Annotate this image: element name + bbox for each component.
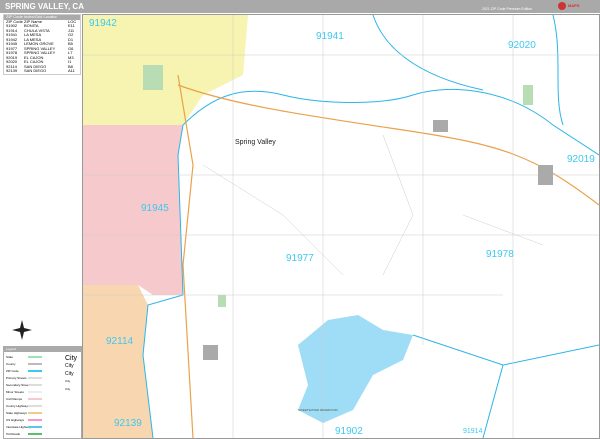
legend-item-label: State — [6, 355, 14, 359]
lake-label: SWEETWATER RESERVOIR — [298, 408, 338, 412]
zip-label-92020: 92020 — [508, 40, 536, 51]
legend-city-sample: City — [65, 363, 74, 369]
zip-label-91945: 91945 — [141, 203, 169, 214]
legend-swatch — [28, 391, 42, 393]
legend-city-sample: City — [65, 387, 71, 391]
legend-item-label: County Highways — [6, 404, 30, 408]
map-canvas[interactable]: 91942 91941 92020 92019 91945 91977 9197… — [82, 14, 600, 439]
legend-item-label: Secondary Streets — [6, 383, 31, 387]
map-title: SPRING VALLEY, CA — [5, 2, 84, 11]
publisher-logo: MAPS — [556, 1, 598, 12]
legend-heading: Legend — [4, 347, 81, 352]
legend-swatch — [28, 412, 42, 414]
legend-swatch — [28, 356, 42, 358]
legend-swatch — [28, 363, 42, 365]
zip-index-table: ZIP Code Index/Grid Locator ZIP Code ZIP … — [3, 14, 81, 75]
zip-label-91941: 91941 — [316, 31, 344, 42]
edition-label: 2021 ZIP Code Premium Edition — [482, 7, 533, 11]
compass-rose-icon — [12, 320, 32, 340]
header-bar: SPRING VALLEY, CA 2021 ZIP Code Premium … — [0, 0, 600, 13]
legend-swatch — [28, 398, 42, 400]
legend-swatch — [28, 405, 42, 407]
zip-label-92019: 92019 — [567, 154, 595, 165]
zip-label-91902: 91902 — [335, 426, 363, 437]
zip-label-91978: 91978 — [486, 249, 514, 260]
city-label-spring-valley: Spring Valley — [235, 139, 276, 146]
legend-swatch — [28, 384, 42, 386]
legend-city-sample: City — [65, 379, 71, 383]
legend-item-label: Minor Streets — [6, 390, 24, 394]
zip-label-92114: 92114 — [106, 336, 134, 347]
zip-label-91977: 91977 — [286, 253, 314, 264]
globe-icon — [558, 2, 566, 10]
index-row: 92139 SAN DIEGO A11 — [6, 68, 75, 73]
legend-item-label: Toll Roads — [6, 432, 21, 436]
legend-item-label: US Highways — [6, 418, 25, 422]
zip-label-91914: 91914 — [463, 428, 483, 435]
legend-item-label: Primary Streets — [6, 376, 27, 380]
region-91942 — [83, 15, 248, 125]
legend-item-label: Civil Ramps — [6, 397, 23, 401]
legend-item-label: County — [6, 362, 16, 366]
sweetwater-reservoir — [298, 315, 413, 423]
legend-swatch — [28, 370, 42, 372]
legend-swatch — [28, 419, 42, 421]
map-graphic — [83, 15, 599, 438]
zip-label-91942: 91942 — [89, 18, 117, 29]
legend-swatch — [28, 433, 42, 435]
zip-label-92139: 92139 — [114, 418, 142, 429]
legend-city-sample: City — [65, 355, 78, 362]
legend-item-label: ZIP Code — [6, 369, 19, 373]
legend-item-label: State Highways — [6, 411, 27, 415]
legend-city-sample: City — [65, 371, 74, 377]
legend-swatch — [28, 377, 42, 379]
legend-swatch — [28, 426, 42, 428]
region-92114 — [83, 285, 153, 438]
legend: Legend State County ZIP Code Primary Street… — [3, 346, 82, 439]
